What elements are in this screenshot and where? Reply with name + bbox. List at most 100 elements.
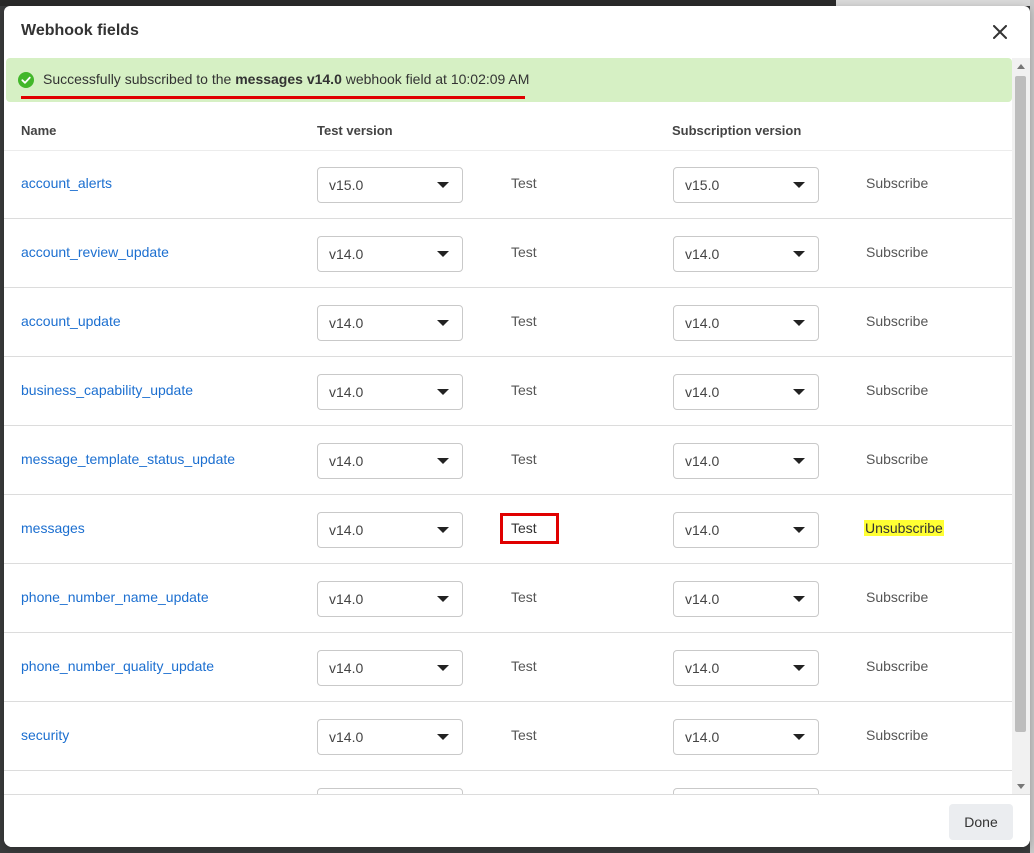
caret-down-icon: [437, 320, 449, 326]
scroll-down-arrow-icon[interactable]: [1017, 784, 1025, 789]
field-name-link[interactable]: account_alerts: [21, 175, 112, 191]
subscription-version-value: v14.0: [685, 522, 720, 538]
test-version-value: v14.0: [329, 522, 364, 538]
subscription-version-select[interactable]: v14.0: [673, 719, 819, 755]
subscription-version-select[interactable]: v14.0: [673, 374, 819, 410]
banner-prefix: Successfully subscribed to the: [43, 71, 236, 87]
annotation-underline: [21, 96, 525, 99]
banner-message: Successfully subscribed to the messages …: [43, 71, 529, 87]
test-button[interactable]: Test: [511, 175, 537, 191]
subscribe-button[interactable]: Subscribe: [866, 313, 928, 329]
fields-table: account_alerts v15.0 Test v15.0 Subscrib…: [4, 150, 1012, 794]
subscribe-button[interactable]: Subscribe: [866, 244, 928, 260]
caret-down-icon: [793, 320, 805, 326]
table-row: account_update v14.0 Test v14.0 Subscrib…: [4, 288, 1012, 357]
test-version-select[interactable]: v14.0: [317, 374, 463, 410]
field-name-link[interactable]: business_capability_update: [21, 382, 193, 398]
test-version-value: v14.0: [329, 591, 364, 607]
test-version-select[interactable]: v15.0: [317, 167, 463, 203]
subscribe-button[interactable]: Subscribe: [866, 382, 928, 398]
field-name-link[interactable]: phone_number_name_update: [21, 589, 209, 605]
column-header-name: Name: [21, 123, 57, 138]
field-name-link[interactable]: account_review_update: [21, 244, 169, 260]
subscription-version-value: v15.0: [685, 177, 720, 193]
test-button[interactable]: Test: [511, 658, 537, 674]
dialog-title: Webhook fields: [21, 22, 139, 39]
column-header-subscription-version: Subscription version: [672, 123, 802, 138]
dialog-footer: Done: [4, 794, 1030, 847]
field-name-link[interactable]: message_template_status_update: [21, 451, 235, 467]
test-version-select[interactable]: v14.0: [317, 512, 463, 548]
subscription-version-value: v14.0: [685, 384, 720, 400]
banner-field: messages v14.0: [235, 71, 342, 87]
subscription-version-select[interactable]: v14.0: [673, 650, 819, 686]
subscription-version-value: v14.0: [685, 315, 720, 331]
caret-down-icon: [437, 734, 449, 740]
close-icon: [993, 25, 1007, 39]
test-version-select[interactable]: v14.0: [317, 443, 463, 479]
subscription-version-value: v14.0: [685, 729, 720, 745]
subscription-version-select[interactable]: v14.0: [673, 512, 819, 548]
test-version-select[interactable]: v14.0: [317, 719, 463, 755]
caret-down-icon: [437, 596, 449, 602]
caret-down-icon: [437, 458, 449, 464]
caret-down-icon: [793, 527, 805, 533]
field-name-link[interactable]: phone_number_quality_update: [21, 658, 214, 674]
subscription-version-select[interactable]: v14.0: [673, 305, 819, 341]
vertical-scrollbar[interactable]: [1012, 58, 1030, 795]
test-button[interactable]: Test: [511, 589, 537, 605]
subscription-version-select[interactable]: v14.0: [673, 236, 819, 272]
column-header-test-version: Test version: [317, 123, 393, 138]
caret-down-icon: [793, 182, 805, 188]
test-button[interactable]: Test: [511, 727, 537, 743]
close-button[interactable]: [990, 22, 1010, 42]
test-version-select[interactable]: v14.0: [317, 236, 463, 272]
subscription-version-select[interactable]: v14.0: [673, 581, 819, 617]
test-version-value: v14.0: [329, 660, 364, 676]
test-version-value: v14.0: [329, 729, 364, 745]
subscribe-button[interactable]: Subscribe: [866, 658, 928, 674]
done-button[interactable]: Done: [949, 804, 1013, 840]
field-name-link[interactable]: messages: [21, 520, 85, 536]
subscribe-button[interactable]: Subscribe: [866, 727, 928, 743]
subscription-version-select[interactable]: v15.0: [673, 167, 819, 203]
test-version-select[interactable]: v14.0: [317, 650, 463, 686]
test-version-value: v14.0: [329, 453, 364, 469]
table-row: messages v14.0 Test v14.0 Unsubscribe: [4, 495, 1012, 564]
caret-down-icon: [437, 389, 449, 395]
unsubscribe-button[interactable]: Unsubscribe: [864, 520, 944, 536]
caret-down-icon: [793, 458, 805, 464]
test-version-value: v14.0: [329, 384, 364, 400]
test-button[interactable]: Test: [511, 382, 537, 398]
table-row: account_review_update v14.0 Test v14.0 S…: [4, 219, 1012, 288]
test-version-select[interactable]: v14.0: [317, 305, 463, 341]
test-button-label: Test: [511, 520, 537, 536]
subscription-version-value: v14.0: [685, 591, 720, 607]
test-button[interactable]: Test: [511, 244, 537, 260]
caret-down-icon: [437, 182, 449, 188]
test-version-value: v15.0: [329, 177, 364, 193]
field-name-link[interactable]: account_update: [21, 313, 121, 329]
test-button-highlighted[interactable]: Test: [500, 513, 559, 544]
subscribe-button[interactable]: Subscribe: [866, 451, 928, 467]
dialog-header: Webhook fields: [4, 6, 1030, 58]
test-button[interactable]: Test: [511, 313, 537, 329]
scrollbar-thumb[interactable]: [1015, 76, 1026, 732]
test-button[interactable]: Test: [511, 451, 537, 467]
test-version-value: v14.0: [329, 246, 364, 262]
subscription-version-value: v14.0: [685, 660, 720, 676]
check-circle-icon: [18, 72, 34, 88]
caret-down-icon: [437, 527, 449, 533]
subscription-version-value: v14.0: [685, 453, 720, 469]
field-name-link[interactable]: security: [21, 727, 69, 743]
table-row: phone_number_quality_update v14.0 Test v…: [4, 633, 1012, 702]
scroll-up-arrow-icon[interactable]: [1017, 64, 1025, 69]
subscription-version-value: v14.0: [685, 246, 720, 262]
test-version-select[interactable]: v14.0: [317, 581, 463, 617]
caret-down-icon: [437, 665, 449, 671]
banner-suffix: webhook field at 10:02:09 AM: [341, 71, 530, 87]
subscription-version-select[interactable]: v14.0: [673, 443, 819, 479]
subscribe-button[interactable]: Subscribe: [866, 589, 928, 605]
subscribe-button[interactable]: Subscribe: [866, 175, 928, 191]
table-row: message_template_status_update v14.0 Tes…: [4, 426, 1012, 495]
